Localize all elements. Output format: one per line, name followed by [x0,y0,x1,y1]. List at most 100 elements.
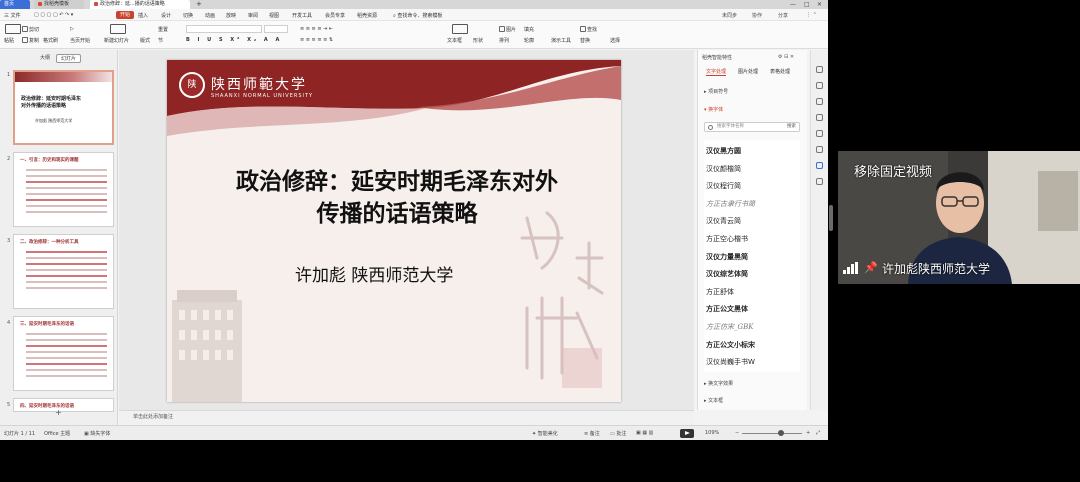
font-option[interactable]: 汉仪黑方圆 [706,146,741,156]
share-button[interactable]: 分享 [778,12,788,19]
unpin-video-button[interactable]: 移除固定视频 [854,161,932,180]
select-button[interactable]: 选择 [610,37,620,44]
picture-button[interactable]: 图片 [499,26,516,33]
tool-icon[interactable] [816,66,823,73]
copy-button[interactable]: 复制 [22,37,39,44]
menu-review[interactable]: 审阅 [248,12,258,19]
font-size-select[interactable] [264,25,288,33]
new-slide-button[interactable]: 新建幻灯片 [104,37,129,44]
reset-button[interactable]: 重置 [158,26,168,33]
tab-template[interactable]: 找稻壳模板 [34,0,84,9]
tool-icon[interactable] [816,162,823,169]
smart-beautify-button[interactable]: ✦ 智能美化 [532,430,558,437]
menu-view[interactable]: 视图 [269,12,279,19]
fill-button[interactable]: 填充 [524,26,534,33]
shape-button[interactable]: 形状 [473,37,483,44]
font-search-button[interactable]: 搜索 [787,123,796,131]
tool-icon[interactable] [816,114,823,121]
pane-controls-icons[interactable]: ⚙ ⊟ ✕ [778,54,794,60]
outline-button[interactable]: 轮廓 [524,37,534,44]
font-search-input[interactable]: 搜索字体名称 搜索 [704,122,800,132]
pinned-video[interactable]: 移除固定视频 📌 许加彪陕西师范大学 [838,151,1080,284]
slide-thumbnail-3[interactable]: 二、政治修辞：一种分析工具 [13,234,114,309]
current-slide[interactable]: 陕 陕西师範大学 SHAANXI NORMAL UNIVERSITY 政治修辞：… [167,60,621,402]
paste-button[interactable]: 粘贴 [4,37,14,44]
quick-access-icons[interactable]: ▢ ▢ ▢ ▢ ↶ ↷ ▾ [34,12,73,18]
pane-section-textbox[interactable]: ▸ 文本框 [704,397,723,404]
font-option[interactable]: 汉仪尚巍手书W [706,357,755,367]
pane-section-effects[interactable]: ▸ 换文字效果 [704,380,733,387]
slide-title[interactable]: 政治修辞：延安时期毛泽东对外 传播的话语策略 [187,166,607,230]
pane-section-font[interactable]: ▾ 换字体 [704,106,723,113]
menu-docer[interactable]: 稻壳资源 [357,12,377,19]
menu-vip[interactable]: 会员专享 [325,12,345,19]
notes-toggle[interactable]: ≡ 备注 [584,430,600,437]
align-buttons[interactable]: ≡ ≡ ≡ ≡ ≡ ⇅ [300,37,333,43]
view-buttons[interactable]: ▣ ▦ ▥ [636,430,653,436]
font-option[interactable]: 汉仪程行简 [706,181,741,191]
start-from-current-button[interactable]: 当页开始 [70,37,90,44]
font-option[interactable]: 方正古隶行书简 [706,199,755,209]
zoom-out-icon[interactable]: − [735,430,739,436]
font-option[interactable]: 方正舒体 [706,287,734,297]
play-icon[interactable]: ▷ [70,26,74,32]
add-tab-button[interactable]: + [196,0,202,9]
font-family-select[interactable] [186,25,262,33]
menu-insert[interactable]: 插入 [138,12,148,19]
paragraph-buttons[interactable]: ≡ ≡ ≡ ≡ ⇥ ⇤ [300,26,333,32]
missing-font[interactable]: ▣ 缺失字体 [84,430,110,437]
play-slideshow-button[interactable] [680,429,694,438]
sync-status[interactable]: 未同步 [722,12,737,19]
tool-icon[interactable] [816,82,823,89]
pane-tab-table[interactable]: 表格处理 [770,68,790,75]
pane-tab-image[interactable]: 图片处理 [738,68,758,75]
menu-animation[interactable]: 动画 [205,12,215,19]
pane-tab-text[interactable]: 文字处理 [706,68,727,76]
maximize-icon[interactable]: □ [804,0,810,9]
textbox-button[interactable]: 文本框 [447,37,462,44]
font-option[interactable]: 方正仿宋_GBK [706,322,753,332]
menu-slideshow[interactable]: 放映 [226,12,236,19]
section-button[interactable]: 节 [158,37,163,44]
slide-thumbnail-1[interactable]: 政治修辞：延安时期毛泽东对外传播的话语策略 许加彪 陕西师范大学 [13,70,114,145]
notes-area[interactable]: 单击此处添加备注 [119,410,694,425]
fit-window-icon[interactable]: ⤢ [816,430,820,436]
zoom-in-icon[interactable]: + [806,430,810,436]
tool-icon[interactable] [816,178,823,185]
more-icon[interactable]: ⋮ ⌃ [806,12,817,18]
new-slide-icon[interactable] [110,24,126,34]
tool-icon[interactable] [816,98,823,105]
font-option[interactable]: 方正空心楷书 [706,234,748,244]
format-painter-button[interactable]: 格式刷 [43,37,58,44]
paste-icon[interactable] [5,24,21,34]
text-format-buttons[interactable]: B I U S X² X₂ A A [186,37,282,43]
presenter-tools-button[interactable]: 演示工具 [551,37,571,44]
menu-home[interactable]: 开始 [116,11,135,19]
slide-thumbnail-5[interactable]: 四、延安时期毛泽东的话语 [13,398,114,412]
command-search[interactable]: ⌕ 查找命令、搜索模板 [393,12,442,19]
layout-button[interactable]: 版式 [140,37,150,44]
font-option[interactable]: 汉仪颜楷简 [706,164,741,174]
arrange-button[interactable]: 排列 [499,37,509,44]
tab-home[interactable]: 首页 [0,0,30,9]
close-icon[interactable]: ✕ [817,0,822,9]
font-option[interactable]: 汉仪青云简 [706,216,741,226]
pin-icon[interactable]: 📌 [864,261,878,274]
pane-section-bullets[interactable]: ▸ 项目符号 [704,88,728,95]
tab-slides[interactable]: 幻灯片 [56,54,82,63]
font-option[interactable]: 方正公文黑体 [706,304,748,314]
minimize-icon[interactable]: — [790,0,796,9]
zoom-slider-handle[interactable] [778,430,784,436]
replace-button[interactable]: 替换 [580,37,590,44]
add-slide-button[interactable]: + [55,408,62,417]
font-option[interactable]: 汉仪综艺体简 [706,269,748,279]
tool-icon[interactable] [816,146,823,153]
menu-design[interactable]: 设计 [161,12,171,19]
collaborate-button[interactable]: 协作 [752,12,762,19]
menu-developer[interactable]: 开发工具 [292,12,312,19]
tab-document[interactable]: 政治修辞：延...播的话语策略 [90,0,190,9]
font-option[interactable]: 方正公文小标宋 [706,340,755,350]
slide-thumbnail-2[interactable]: 一、引言：历史和现实的课题 [13,152,114,227]
font-option[interactable]: 汉仪力量黑简 [706,252,748,262]
menu-transition[interactable]: 切换 [183,12,193,19]
